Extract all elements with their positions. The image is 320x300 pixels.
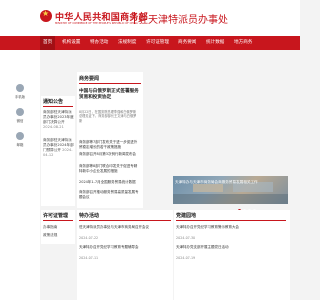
notice-item-text: 商务部驻天津特派员办事处2023年度部门决算公开 (43, 110, 74, 124)
header-divider (134, 12, 135, 24)
nav-item-news[interactable]: 商务要闻 (178, 36, 196, 50)
news-title[interactable]: 商务要闻 (79, 75, 99, 82)
activity-date: 2024-07-22 (79, 236, 99, 240)
office-title: 驻天津特派员办事处 (138, 15, 228, 26)
national-emblem-icon[interactable] (40, 9, 52, 22)
news-title-underline (79, 83, 141, 84)
news-list-item[interactable]: 商务部召开推动服务贸易高质量发展专题会议 (79, 190, 140, 200)
sidebar-item-label: 手机版 (14, 95, 26, 99)
mail-icon (16, 132, 24, 140)
news-summary: 8月22日，在国务院总理李强和白俄罗斯总理见证下，商务部部长王文涛与白俄罗斯 (79, 110, 137, 123)
nav-item-local[interactable]: 地方商务 (234, 36, 252, 50)
party-title-underline (176, 220, 286, 221)
ministry-name-en: MINISTRY OF COMMERCE OF THE PEOPLE'S REP… (55, 22, 138, 25)
party-title[interactable]: 党建园地 (176, 212, 196, 219)
party-panel (174, 210, 290, 300)
sidebar-item-label: 邮箱 (16, 143, 24, 147)
photo-caption[interactable]: 天津特办与天津市商务局会商服务贸易发展相关工作 (175, 180, 285, 185)
license-title-underline (43, 220, 73, 221)
activity-item[interactable]: 天津特办召开党纪学习教育专题辅导会 (79, 245, 169, 250)
party-item[interactable]: 天津特办召开党纪学习教育警示教育大会 (176, 225, 286, 230)
nav-item-activities[interactable]: 特办活动 (90, 36, 108, 50)
activities-title[interactable]: 特办活动 (79, 212, 99, 219)
news-headline[interactable]: 中国与白俄罗斯正式签署服务贸易和投资协定 (79, 89, 141, 101)
news-list-item[interactable]: 商务部等8部门联合印发关于促进专精特新中小企业发展的措施 (79, 164, 140, 174)
news-list-item[interactable]: 商务部召开8月第3次例行新闻发布会 (79, 152, 140, 157)
sidebar-item-mail[interactable]: 邮箱 (0, 132, 40, 147)
nav-item-regulations[interactable]: 法规制度 (118, 36, 136, 50)
notice-item[interactable]: 商务部驻天津特派员办事处2024年部门预算公开 2024-04-12 (43, 138, 74, 158)
activity-date: 2024-07-11 (79, 256, 99, 260)
license-title[interactable]: 许可证管理 (43, 212, 68, 219)
sidebar-item-label: 微信 (16, 119, 24, 123)
mobile-icon (16, 84, 24, 92)
wechat-icon (16, 108, 24, 116)
site-header: 中华人民共和国商务部 MINISTRY OF COMMERCE OF THE P… (0, 0, 300, 36)
main-nav: 首页 机构设置 特办活动 法规制度 许可证管理 商务要闻 统计数据 地方商务 (0, 36, 300, 50)
nav-item-license[interactable]: 许可证管理 (146, 36, 169, 50)
notice-title-underline (43, 106, 73, 107)
news-list-item[interactable]: 商务部等7部门发布关于进一步促进外贸稳定增长的若干政策措施 (79, 140, 140, 150)
activities-panel (77, 210, 173, 300)
left-sidebar: 手机版 微信 邮箱 (0, 50, 40, 300)
activity-item[interactable]: 驻天津特派员办事处与天津市商务局召开会议 (79, 225, 169, 230)
party-date: 2024-07-19 (176, 256, 196, 260)
notice-item-date: 2024-08-21 (43, 125, 64, 129)
license-link[interactable]: 办事指南 (43, 225, 57, 230)
party-date: 2024-07-30 (176, 236, 196, 240)
license-link[interactable]: 政策法规 (43, 233, 57, 238)
news-list-item[interactable]: 2024年1-7月全国服务贸易统计数据 (79, 180, 140, 185)
sidebar-item-wechat[interactable]: 微信 (0, 108, 40, 123)
notice-item[interactable]: 商务部驻天津特派员办事处2023年度部门决算公开 2024-08-21 (43, 110, 74, 130)
sidebar-item-mobile[interactable]: 手机版 (0, 84, 40, 99)
nav-item-statistics[interactable]: 统计数据 (206, 36, 224, 50)
nav-item-home[interactable]: 首页 (40, 36, 56, 50)
activities-title-underline (79, 220, 171, 221)
notice-title[interactable]: 通知公告 (43, 98, 63, 105)
party-item[interactable]: 天津特办党支部开展主题党日活动 (176, 245, 286, 250)
nav-item-organization[interactable]: 机构设置 (62, 36, 80, 50)
